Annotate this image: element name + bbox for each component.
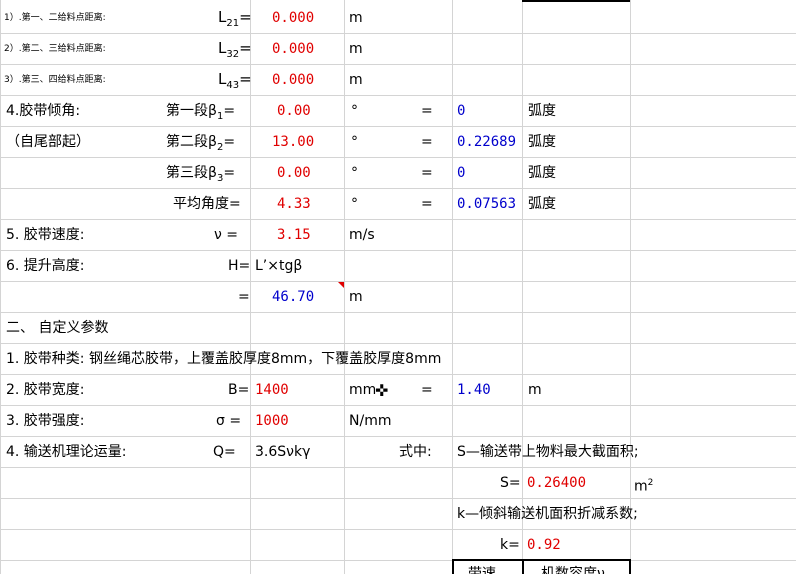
table-border-left bbox=[452, 559, 454, 574]
row6-value[interactable]: 0.00 bbox=[277, 164, 311, 182]
row2-var-cell[interactable]: L32= bbox=[218, 39, 252, 64]
comment-indicator[interactable] bbox=[338, 282, 344, 288]
row13-label[interactable]: 2. 胶带宽度: bbox=[6, 381, 85, 399]
row10-var[interactable]: = bbox=[238, 288, 250, 306]
row9-formula[interactable]: L’×tgβ bbox=[255, 257, 302, 275]
row1-var-cell[interactable]: L21= bbox=[218, 8, 252, 33]
row15-label[interactable]: 4. 输送机理论运量: bbox=[6, 443, 127, 461]
row2-unit[interactable]: m bbox=[349, 40, 363, 58]
row17-desc[interactable]: k—倾斜输送机面积折减系数; bbox=[457, 505, 638, 523]
row14-label[interactable]: 3. 胶带强度: bbox=[6, 412, 85, 430]
row15-desc[interactable]: S—输送带上物料最大截面积; bbox=[457, 443, 639, 461]
row3-var-cell[interactable]: L43= bbox=[218, 70, 252, 95]
row4-radunit[interactable]: 弧度 bbox=[528, 102, 556, 120]
row4-seg-cell[interactable]: 第一段β1= bbox=[166, 102, 235, 126]
row4-eq2[interactable]: = bbox=[421, 102, 433, 120]
table-border-mid bbox=[522, 559, 524, 574]
row1-unit[interactable]: m bbox=[349, 9, 363, 27]
row15-note[interactable]: 式中: bbox=[399, 443, 432, 461]
row4-unit[interactable]: ° bbox=[351, 102, 358, 120]
row8-label[interactable]: 5. 胶带速度: bbox=[6, 226, 85, 244]
row5-seg: 第二段β bbox=[166, 134, 217, 150]
row6-radunit[interactable]: 弧度 bbox=[528, 164, 556, 182]
row3-var-sub: 43 bbox=[226, 80, 240, 91]
row14-unit[interactable]: N/mm bbox=[349, 412, 391, 430]
row4-eq: = bbox=[223, 103, 236, 119]
row13-var[interactable]: B= bbox=[228, 381, 249, 399]
row15-formula[interactable]: 3.6Sνkγ bbox=[255, 443, 310, 461]
row1-eq: = bbox=[239, 8, 252, 26]
row13-value[interactable]: 1400 bbox=[255, 381, 289, 399]
row6-unit[interactable]: ° bbox=[351, 164, 358, 182]
row16-var[interactable]: S= bbox=[500, 474, 521, 492]
row8-var[interactable]: ν = bbox=[214, 226, 238, 244]
spreadsheet-grid: 1）.第一、二给料点距离: L21= 0.000 m 2）.第二、三给料点距离:… bbox=[0, 0, 796, 574]
row2-value[interactable]: 0.000 bbox=[272, 40, 314, 58]
row4-rad[interactable]: 0 bbox=[457, 102, 465, 120]
row5-unit[interactable]: ° bbox=[351, 133, 358, 151]
row13-unit2[interactable]: m bbox=[528, 381, 542, 399]
row4-value[interactable]: 0.00 bbox=[277, 102, 311, 120]
row9-var[interactable]: H= bbox=[228, 257, 250, 275]
row19-col1[interactable]: 带速 bbox=[468, 565, 496, 574]
row15-var[interactable]: Q= bbox=[213, 443, 236, 461]
row6-eq: = bbox=[223, 165, 236, 181]
row1-label[interactable]: 1）.第一、二给料点距离: bbox=[4, 9, 106, 27]
row19-col2[interactable]: 机数容度ν bbox=[541, 565, 605, 574]
table-border-top bbox=[522, 0, 630, 2]
row5-radunit[interactable]: 弧度 bbox=[528, 133, 556, 151]
row5-value[interactable]: 13.00 bbox=[272, 133, 314, 151]
row16-unit: m bbox=[634, 478, 648, 495]
row16-value[interactable]: 0.26400 bbox=[527, 474, 586, 492]
row3-value[interactable]: 0.000 bbox=[272, 71, 314, 89]
row2-label[interactable]: 2）.第二、三给料点距离: bbox=[4, 40, 106, 58]
table-border-right bbox=[629, 559, 631, 574]
row1-value[interactable]: 0.000 bbox=[272, 9, 314, 27]
row7-eq2[interactable]: = bbox=[421, 195, 433, 213]
row8-unit[interactable]: m/s bbox=[349, 226, 375, 244]
row7-radunit[interactable]: 弧度 bbox=[528, 195, 556, 213]
row5-rad[interactable]: 0.22689 bbox=[457, 133, 516, 151]
row5-eq: = bbox=[223, 134, 236, 150]
row18-value[interactable]: 0.92 bbox=[527, 536, 561, 554]
row3-label[interactable]: 3）.第三、四给料点距离: bbox=[4, 71, 106, 89]
row1-var-sub: 21 bbox=[226, 18, 240, 29]
row7-seg[interactable]: 平均角度= bbox=[173, 195, 241, 213]
row5-label[interactable]: （自尾部起） bbox=[6, 133, 90, 151]
row16-unit-cell[interactable]: m2 bbox=[634, 474, 653, 496]
row10-unit[interactable]: m bbox=[349, 288, 363, 306]
section-title[interactable]: 二、 自定义参数 bbox=[6, 319, 108, 337]
table-border bbox=[452, 559, 630, 561]
row10-value[interactable]: 46.70 bbox=[272, 288, 314, 306]
row7-value[interactable]: 4.33 bbox=[277, 195, 311, 213]
row13-value2[interactable]: 1.40 bbox=[457, 381, 491, 399]
row7-unit[interactable]: ° bbox=[351, 195, 358, 213]
row16-unit-sup: 2 bbox=[647, 478, 654, 488]
row6-seg: 第三段β bbox=[166, 165, 217, 181]
row3-unit[interactable]: m bbox=[349, 71, 363, 89]
row13-eq2[interactable]: = bbox=[421, 381, 433, 399]
row4-seg: 第一段β bbox=[166, 103, 217, 119]
row8-value[interactable]: 3.15 bbox=[277, 226, 311, 244]
row5-seg-cell[interactable]: 第二段β2= bbox=[166, 133, 235, 157]
row18-var[interactable]: k= bbox=[500, 536, 520, 554]
row12-label[interactable]: 1. 胶带种类: 钢丝绳芯胶带，上覆盖胶厚度8mm，下覆盖胶厚度8mm bbox=[6, 350, 441, 368]
row7-rad[interactable]: 0.07563 bbox=[457, 195, 516, 213]
row3-eq: = bbox=[239, 70, 252, 88]
row5-eq2[interactable]: = bbox=[421, 133, 433, 151]
row2-eq: = bbox=[239, 39, 252, 57]
cursor-icon: ✜ bbox=[375, 381, 389, 400]
row6-eq2[interactable]: = bbox=[421, 164, 433, 182]
row9-label[interactable]: 6. 提升高度: bbox=[6, 257, 85, 275]
row2-var-sub: 32 bbox=[226, 49, 240, 60]
row6-rad[interactable]: 0 bbox=[457, 164, 465, 182]
row14-var[interactable]: σ = bbox=[216, 412, 241, 430]
row14-value[interactable]: 1000 bbox=[255, 412, 289, 430]
row6-seg-cell[interactable]: 第三段β3= bbox=[166, 164, 235, 188]
row13-unit[interactable]: mm bbox=[349, 381, 376, 399]
row4-label[interactable]: 4.胶带倾角: bbox=[6, 102, 80, 120]
